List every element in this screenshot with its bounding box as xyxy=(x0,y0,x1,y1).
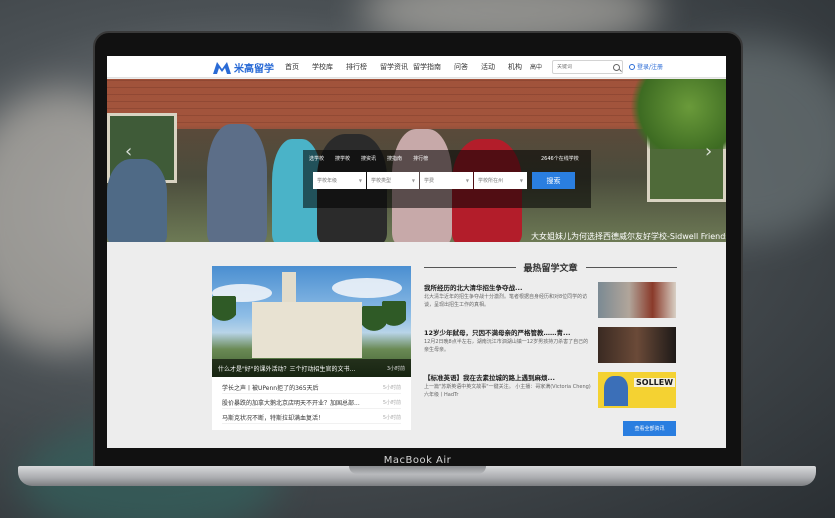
article-title: 12岁少年弑母，只因不满母亲的严格管教……青... xyxy=(424,329,571,337)
online-school-count: 2646个在线学校 xyxy=(541,156,579,162)
nav-item-home[interactable]: 首页 xyxy=(285,62,299,72)
carousel-next-icon[interactable]: › xyxy=(705,141,712,162)
tab-search-school[interactable]: 搜学校 xyxy=(335,155,350,162)
nav-item-agencies[interactable]: 机构 xyxy=(508,62,522,72)
list-item[interactable]: 马斯克状况不断，特斯拉却满血复活！ 5小时前 xyxy=(222,412,401,424)
article-thumbnail[interactable] xyxy=(598,327,676,363)
nav-item-qa[interactable]: 问答 xyxy=(454,62,468,72)
article-item[interactable]: 12岁少年弑母，只因不满母亲的严格管教……青... 12月2日晚8点半左右，湖南… xyxy=(424,327,677,365)
hero-caption[interactable]: 大女姐妹儿为何选择西德威尔友好学校-Sidwell Friends xyxy=(531,231,726,242)
church-building xyxy=(252,302,362,358)
type-select-label: 学校类型 xyxy=(371,178,392,184)
list-item[interactable]: 股价暴跌的加拿大鹅北京店明天不开业？加国总部... 5小时前 xyxy=(222,397,401,409)
tab-search-guide[interactable]: 搜指南 xyxy=(387,155,402,162)
device-label: MacBook Air xyxy=(383,455,452,466)
thumbnail-text: SOLLEW xyxy=(634,378,676,387)
article-thumbnail[interactable] xyxy=(598,282,676,318)
chevron-down-icon: ▼ xyxy=(465,178,469,183)
nav-search-box xyxy=(552,60,623,74)
hot-articles: 最热留学文章 我所经历的北大清华招生争夺战... 北大清华近年的招生争夺战十分激… xyxy=(424,260,678,440)
nav-item-events[interactable]: 活动 xyxy=(481,62,495,72)
chevron-down-icon: ▼ xyxy=(358,178,362,183)
hero-search-button[interactable]: 搜索 xyxy=(532,172,575,189)
type-select[interactable]: 学校类型 ▼ xyxy=(367,172,419,189)
grade-select-label: 学校年级 xyxy=(317,178,338,184)
search-icon[interactable] xyxy=(613,63,620,71)
news-time: 5小时前 xyxy=(382,400,401,406)
featured-caption-title: 什么才是"好"的课外活动？三个打动招生官的文书... xyxy=(218,365,356,373)
student-figure xyxy=(207,124,267,242)
divider xyxy=(585,266,678,268)
tree xyxy=(617,79,726,149)
article-title: 我所经历的北大清华招生争夺战... xyxy=(424,284,523,292)
search-tabs: 选学校 搜学校 搜资讯 搜指南 排行榜 xyxy=(309,155,439,162)
article-item[interactable]: 我所经历的北大清华招生争夺战... 北大清华近年的招生争夺战十分激烈。笔者根据自… xyxy=(424,282,677,320)
article-item[interactable]: 【标准英语】我在去素拉城的路上遇到麻烦... 上一篇"苏斯英语中英文故事"一键关… xyxy=(424,372,677,410)
state-select[interactable]: 学校所在州 ▼ xyxy=(474,172,527,189)
tuition-select-label: 学费 xyxy=(424,178,435,184)
laptop-notch xyxy=(349,466,486,474)
news-time: 5小时前 xyxy=(382,385,401,391)
user-icon xyxy=(629,63,635,70)
article-desc: 上一篇"苏斯英语中英文故事"一键关注。 小主播：哥家满(Victoria Che… xyxy=(424,384,591,398)
chevron-down-icon: ▼ xyxy=(519,178,523,183)
carousel-prev-icon[interactable]: ‹ xyxy=(125,141,132,162)
divider xyxy=(424,266,516,268)
hero-banner: ‹ › 选学校 搜学校 搜资讯 搜指南 排行榜 2646个在线学校 学校年级 ▼ … xyxy=(107,79,726,242)
featured-card: 什么才是"好"的课外活动？三个打动招生官的文书... 3小时前 学长之声丨被UP… xyxy=(212,266,411,430)
filter-selects: 学校年级 ▼ 学校类型 ▼ 学费 ▼ 学校所在州 ▼ xyxy=(313,172,527,189)
featured-caption-time: 3小时前 xyxy=(386,365,405,372)
news-title: 股价暴跌的加拿大鹅北京店明天不开业？加国总部... xyxy=(222,400,360,407)
article-desc: 12月2日晚8点半左右，湖南沅江市泗湖山镇一12岁男孩持刀杀害了自己的亲生母亲。 xyxy=(424,339,589,353)
logo-text: 米高留学 xyxy=(234,64,274,75)
student-figure xyxy=(107,159,167,242)
section-title-text: 最热留学文章 xyxy=(523,263,578,274)
nav-item-schools[interactable]: 学校库 xyxy=(312,62,333,72)
state-select-label: 学校所在州 xyxy=(478,178,504,184)
school-search-panel: 选学校 搜学校 搜资讯 搜指南 排行榜 2646个在线学校 学校年级 ▼ 学校类型… xyxy=(303,150,591,208)
nav-menu: 首页 学校库 排行榜 留学资讯 留学指南 问答 活动 机构 xyxy=(285,62,535,72)
login-link[interactable]: 登录/注册 xyxy=(629,62,663,71)
chevron-down-icon: ▼ xyxy=(411,178,415,183)
search-input[interactable] xyxy=(553,64,613,70)
article-desc: 北大清华近年的招生争夺战十分激烈。笔者根据自身经历和对8位同学的访谈，呈现出招生… xyxy=(424,294,588,308)
news-title: 学长之声丨被UPenn拒了的365天后 xyxy=(222,385,319,392)
section-title: 最热留学文章 xyxy=(424,260,678,274)
featured-image[interactable]: 什么才是"好"的课外活动？三个打动招生官的文书... 3小时前 xyxy=(212,266,411,377)
article-thumbnail[interactable]: SOLLEW xyxy=(598,372,676,408)
news-title: 马斯克状况不断，特斯拉却满血复活！ xyxy=(222,415,325,422)
tab-choose-school[interactable]: 选学校 xyxy=(309,155,324,162)
news-time: 5小时前 xyxy=(382,415,401,421)
site-logo[interactable]: 米高留学 xyxy=(213,60,274,75)
website-screen: 米高留学 首页 学校库 排行榜 留学资讯 留学指南 问答 活动 机构 高中 登录… xyxy=(107,56,726,448)
grade-select[interactable]: 学校年级 ▼ xyxy=(313,172,366,189)
cartoon-figure xyxy=(604,376,628,406)
article-title: 【标准英语】我在去素拉城的路上遇到麻烦... xyxy=(424,374,555,382)
palm-tree xyxy=(382,301,406,351)
tab-search-news[interactable]: 搜资讯 xyxy=(361,155,376,162)
nav-item-rankings[interactable]: 排行榜 xyxy=(346,62,367,72)
login-label: 登录/注册 xyxy=(637,64,664,71)
tab-rankings[interactable]: 排行榜 xyxy=(413,155,428,162)
view-all-news-button[interactable]: 查看全部资讯 xyxy=(623,421,676,436)
tuition-select[interactable]: 学费 ▼ xyxy=(420,172,473,189)
nav-item-news[interactable]: 留学资讯 xyxy=(380,62,408,72)
region-select[interactable]: 高中 xyxy=(530,62,542,71)
news-list: 学长之声丨被UPenn拒了的365天后 5小时前 股价暴跌的加拿大鹅北京店明天不… xyxy=(212,379,411,424)
list-item[interactable]: 学长之声丨被UPenn拒了的365天后 5小时前 xyxy=(222,382,401,394)
featured-caption[interactable]: 什么才是"好"的课外活动？三个打动招生官的文书... 3小时前 xyxy=(212,359,411,377)
cloud xyxy=(332,278,402,298)
logo-m-icon xyxy=(213,61,231,74)
content-area: 什么才是"好"的课外活动？三个打动招生官的文书... 3小时前 学长之声丨被UP… xyxy=(107,242,726,448)
nav-item-guide[interactable]: 留学指南 xyxy=(413,62,441,72)
top-nav: 米高留学 首页 学校库 排行榜 留学资讯 留学指南 问答 活动 机构 高中 登录… xyxy=(107,56,726,78)
palm-tree xyxy=(212,296,236,346)
